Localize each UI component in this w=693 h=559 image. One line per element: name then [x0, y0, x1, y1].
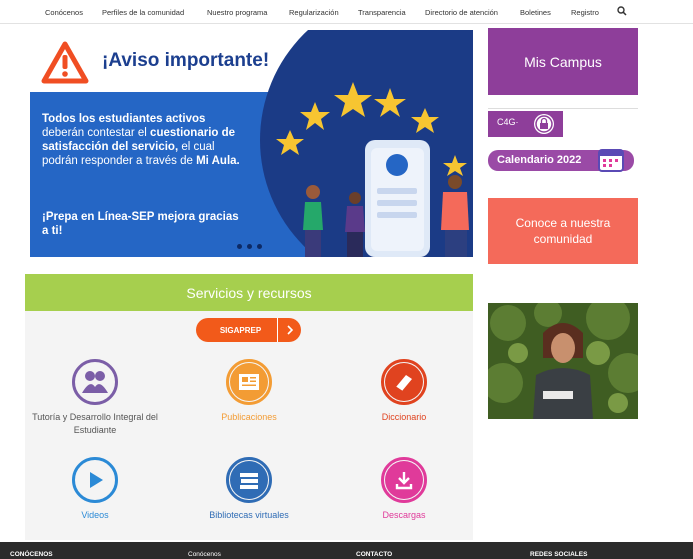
mis-campus-button[interactable]: Mis Campus [488, 28, 638, 95]
footer-heading: CONÓCENOS [10, 551, 53, 558]
service-diccionario[interactable]: Diccionario [324, 359, 484, 424]
comunidad-button[interactable]: Conoce a nuestra comunidad [488, 198, 638, 264]
service-label: Tutoría y Desarrollo Integral del Estudi… [32, 412, 158, 435]
newspaper-icon [226, 359, 272, 405]
service-label: Bibliotecas virtuales [209, 510, 289, 520]
search-icon[interactable] [617, 6, 627, 16]
community-photo[interactable] [488, 303, 638, 419]
footer-heading: CONTACTO [356, 551, 393, 558]
nav-item-directorio[interactable]: Directorio de atención [425, 8, 498, 17]
play-icon [72, 457, 118, 503]
warning-icon [41, 41, 89, 84]
carousel-dots [237, 244, 262, 249]
banner-title: ¡Aviso importante! [102, 50, 270, 71]
service-label: Videos [81, 510, 109, 520]
c4g-block: C4G· [488, 108, 638, 138]
nav-item-registro[interactable]: Registro [571, 8, 599, 17]
footer: CONÓCENOS Conócenos CONTACTO REDES SOCIA… [0, 542, 693, 559]
service-videos[interactable]: Videos [15, 457, 175, 522]
footer-heading[interactable]: Conócenos [188, 551, 221, 558]
sigaprep-button[interactable]: SIGAPREP [196, 318, 301, 342]
download-icon [381, 457, 427, 503]
sigaprep-label: SIGAPREP [219, 325, 262, 335]
service-descargas[interactable]: Descargas [324, 457, 484, 522]
top-navigation: Conócenos Perfiles de la comunidad Nuest… [0, 0, 693, 24]
service-publicaciones[interactable]: Publicaciones [169, 359, 329, 424]
announcement-banner[interactable]: ¡Aviso importante! Todos los estudiantes… [30, 30, 473, 257]
banner-message: Todos los estudiantes activos deberán co… [42, 113, 240, 167]
nav-item-regularizacion[interactable]: Regularización [289, 8, 339, 17]
book-icon [381, 359, 427, 405]
service-label: Descargas [382, 510, 426, 520]
chevron-right-icon [277, 318, 301, 342]
service-tutoria[interactable]: Tutoría y Desarrollo Integral del Estudi… [15, 359, 175, 437]
books-stack-icon [226, 457, 272, 503]
calendario-button[interactable]: Calendario 2022 [488, 149, 634, 172]
nav-item-boletines[interactable]: Boletines [520, 8, 551, 17]
carousel-dot[interactable] [247, 244, 252, 249]
survey-illustration [276, 82, 469, 257]
banner-message-secondary: ¡Prepa en Línea-SEP mejora gracias a ti! [42, 211, 239, 237]
services-heading: Servicios y recursos [25, 274, 473, 311]
carousel-dot[interactable] [257, 244, 262, 249]
nav-item-programa[interactable]: Nuestro programa [207, 8, 267, 17]
service-label: Publicaciones [221, 412, 277, 422]
tutoring-icon [72, 359, 118, 405]
c4g-label: C4G· [497, 117, 519, 127]
c4g-button[interactable]: C4G· [488, 111, 563, 137]
nav-item-perfiles[interactable]: Perfiles de la comunidad [102, 8, 184, 17]
nav-item-transparencia[interactable]: Transparencia [358, 8, 406, 17]
service-bibliotecas[interactable]: Bibliotecas virtuales [169, 457, 329, 522]
lock-icon [534, 114, 554, 134]
service-label: Diccionario [381, 412, 427, 422]
calendar-icon [598, 149, 624, 172]
calendario-label: Calendario 2022 [497, 154, 582, 166]
carousel-dot[interactable] [237, 244, 242, 249]
nav-item-conocenos[interactable]: Conócenos [45, 8, 83, 17]
footer-heading: REDES SOCIALES [530, 551, 588, 558]
